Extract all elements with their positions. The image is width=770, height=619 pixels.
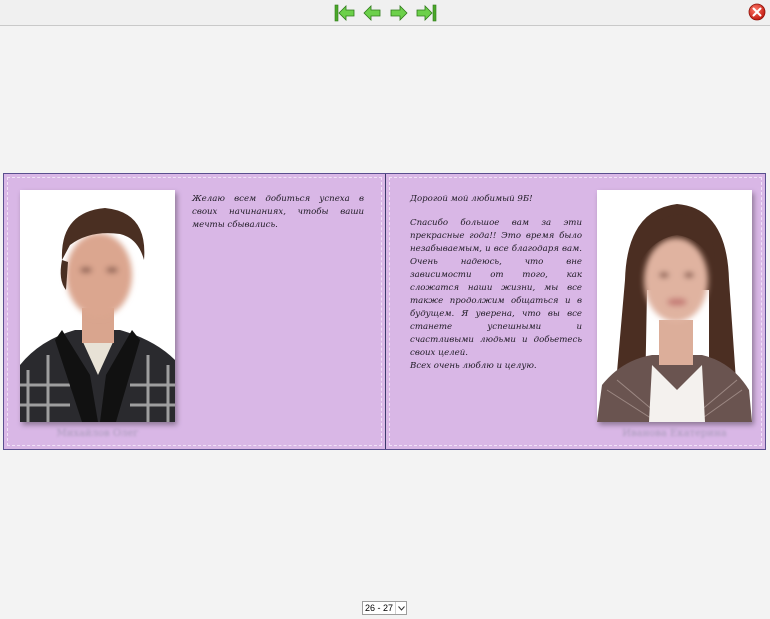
first-page-button[interactable] (333, 2, 357, 23)
previous-page-icon (363, 4, 381, 21)
student-name-caption: Михайлов Олег (56, 428, 139, 439)
page-selector[interactable]: 26 - 27 (362, 601, 407, 615)
student-name-caption: Иванова Екатерина (622, 428, 727, 439)
close-button[interactable] (748, 3, 766, 21)
right-page: Дорогой мой любимый 9Б! Спасибо большое … (386, 174, 765, 449)
page-selector-value: 26 - 27 (365, 603, 394, 613)
next-page-button[interactable] (387, 2, 411, 23)
student-photo-right (597, 190, 752, 422)
last-page-button[interactable] (414, 2, 438, 23)
close-icon (748, 3, 766, 21)
left-page: Михайлов Олег Желаю всем добиться успеха… (4, 174, 386, 449)
message-paragraph: Желаю всем добиться успеха в своих начин… (192, 194, 364, 230)
student-photo-left (20, 190, 175, 422)
right-page-message: Дорогой мой любимый 9Б! Спасибо большое … (410, 193, 582, 373)
page-navigation (333, 2, 438, 23)
next-page-icon (390, 4, 408, 21)
message-paragraph: Спасибо большое вам за эти прекрасные го… (410, 218, 582, 358)
message-paragraph: Всех очень люблю и целую. (410, 361, 537, 371)
chevron-down-icon[interactable] (395, 602, 406, 614)
toolbar (0, 0, 770, 26)
last-page-icon (416, 4, 437, 21)
album-spread: Михайлов Олег Желаю всем добиться успеха… (3, 173, 766, 450)
left-page-message: Желаю всем добиться успеха в своих начин… (192, 193, 364, 232)
message-greeting: Дорогой мой любимый 9Б! (410, 194, 533, 204)
previous-page-button[interactable] (360, 2, 384, 23)
first-page-icon (334, 4, 355, 21)
